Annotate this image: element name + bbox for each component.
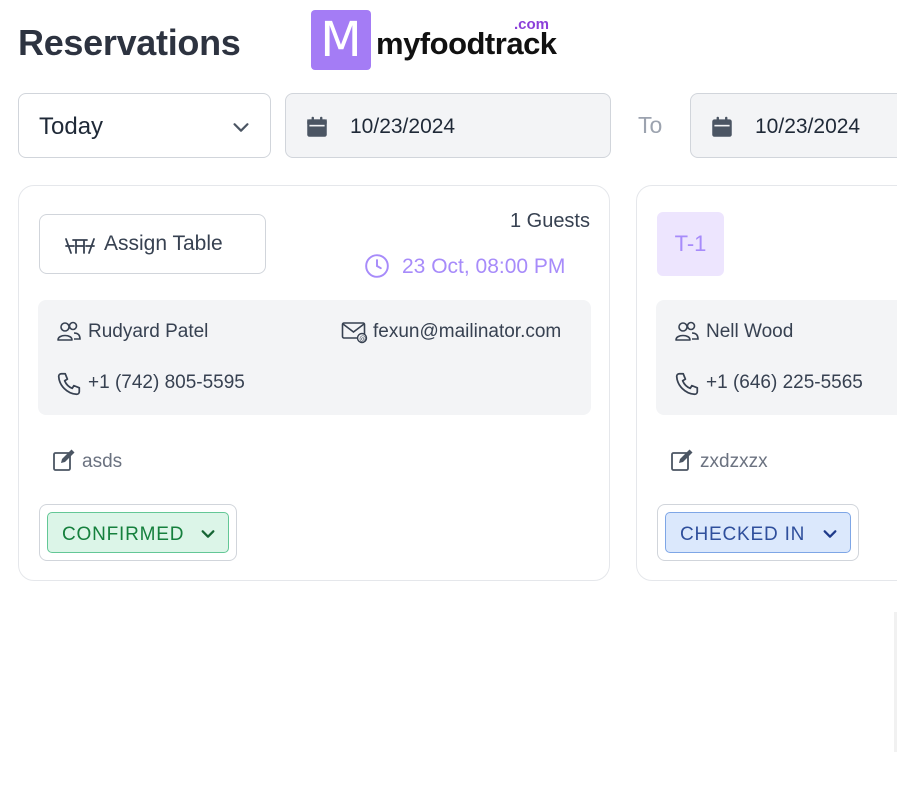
- guest-name: Nell Wood: [706, 321, 794, 342]
- reservation-datetime: 23 Oct, 08:00 PM: [364, 253, 590, 279]
- assign-table-button[interactable]: Assign Table: [39, 214, 266, 274]
- chevron-down-icon: [822, 526, 838, 548]
- guest-name: Rudyard Patel: [88, 321, 209, 342]
- reservation-card: T-1 Nell Wood +1 (646) 225-5565 zxdzxzx: [636, 185, 897, 581]
- from-date-field[interactable]: 10/23/2024: [285, 93, 611, 158]
- brand-tld: .com: [514, 16, 550, 33]
- phone-icon: [56, 371, 82, 403]
- edit-icon: [52, 448, 76, 478]
- clock-icon: [364, 253, 390, 285]
- guest-info-panel: Nell Wood +1 (646) 225-5565: [656, 300, 897, 415]
- to-label: To: [638, 112, 663, 138]
- users-icon: [56, 320, 82, 348]
- date-range-select[interactable]: Today: [18, 93, 271, 158]
- guest-info-panel: Rudyard Patel @ fexun@mailinator.com +1 …: [38, 300, 591, 415]
- mail-icon: @: [341, 320, 369, 350]
- status-label: CHECKED IN: [680, 524, 806, 545]
- to-date-value: 10/23/2024: [755, 115, 861, 138]
- guest-phone: +1 (742) 805-5595: [88, 372, 245, 393]
- to-date-field[interactable]: 10/23/2024: [690, 93, 897, 158]
- edit-icon: [670, 448, 694, 478]
- status-select[interactable]: CHECKED IN: [657, 504, 859, 561]
- reservation-card: Assign Table 1 Guests 23 Oct, 08:00 PM R…: [18, 185, 610, 581]
- calendar-icon: [709, 114, 735, 145]
- date-range-value: Today: [39, 113, 104, 140]
- assign-table-label: Assign Table: [104, 232, 223, 255]
- table-icon: [64, 235, 96, 260]
- guest-count: 1 Guests: [509, 210, 590, 232]
- calendar-icon: [304, 114, 330, 145]
- chevron-down-icon: [200, 526, 216, 548]
- note-text: asds: [82, 451, 123, 472]
- brand-mark: M: [311, 10, 371, 70]
- chevron-down-icon: [230, 116, 252, 143]
- phone-icon: [674, 371, 700, 403]
- guest-email: fexun@mailinator.com: [373, 321, 562, 342]
- svg-text:@: @: [359, 335, 366, 343]
- note-text: zxdzxzx: [700, 451, 768, 472]
- status-badge[interactable]: CHECKED IN: [665, 512, 851, 553]
- table-badge[interactable]: T-1: [657, 212, 724, 276]
- from-date-value: 10/23/2024: [350, 115, 456, 138]
- reservation-datetime-text: 23 Oct, 08:00 PM: [402, 255, 566, 278]
- users-icon: [674, 320, 700, 348]
- status-badge[interactable]: CONFIRMED: [47, 512, 229, 553]
- page-title: Reservations: [18, 22, 241, 63]
- reservations-page: Reservations M myfoodtrack .com Today 10…: [0, 0, 897, 795]
- guest-phone: +1 (646) 225-5565: [706, 372, 863, 393]
- status-select[interactable]: CONFIRMED: [39, 504, 237, 561]
- status-label: CONFIRMED: [62, 524, 185, 545]
